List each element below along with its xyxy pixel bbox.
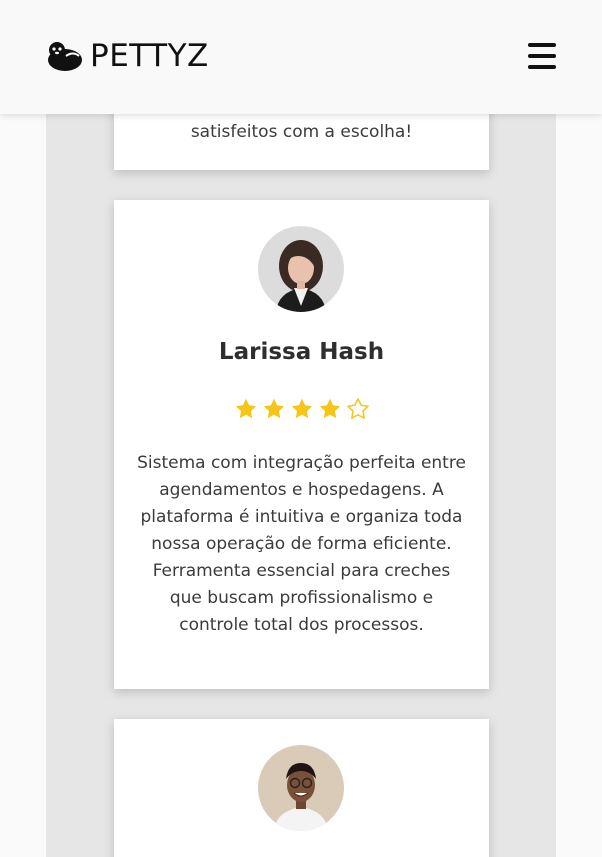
otter-logo-icon: [48, 42, 82, 71]
avatar: [258, 745, 344, 831]
brand-name: PETTYZ: [90, 38, 209, 74]
star-empty-icon: [346, 398, 369, 419]
testimonial-author-name: Larissa Hash: [218, 339, 385, 365]
star-filled-icon: [263, 398, 284, 419]
brand-logo[interactable]: PETTYZ: [46, 38, 209, 74]
testimonial-text: Sistema com integração perfeita entre ag…: [137, 453, 466, 635]
star-filled-icon: [291, 398, 312, 419]
hamburger-menu-icon[interactable]: [528, 43, 556, 69]
menu-bar: [528, 54, 556, 58]
testimonial-text: satisfeitos com a escolha!: [190, 122, 413, 142]
menu-bar: [528, 43, 556, 47]
testimonial-card: [114, 719, 489, 857]
star-rating: [114, 397, 489, 421]
avatar: [258, 226, 344, 312]
testimonial-card: Larissa Hash Sistema com integração perf…: [114, 200, 489, 689]
site-header: PETTYZ: [0, 0, 602, 114]
menu-bar: [528, 65, 556, 69]
star-filled-icon: [235, 398, 256, 419]
star-filled-icon: [319, 398, 340, 419]
